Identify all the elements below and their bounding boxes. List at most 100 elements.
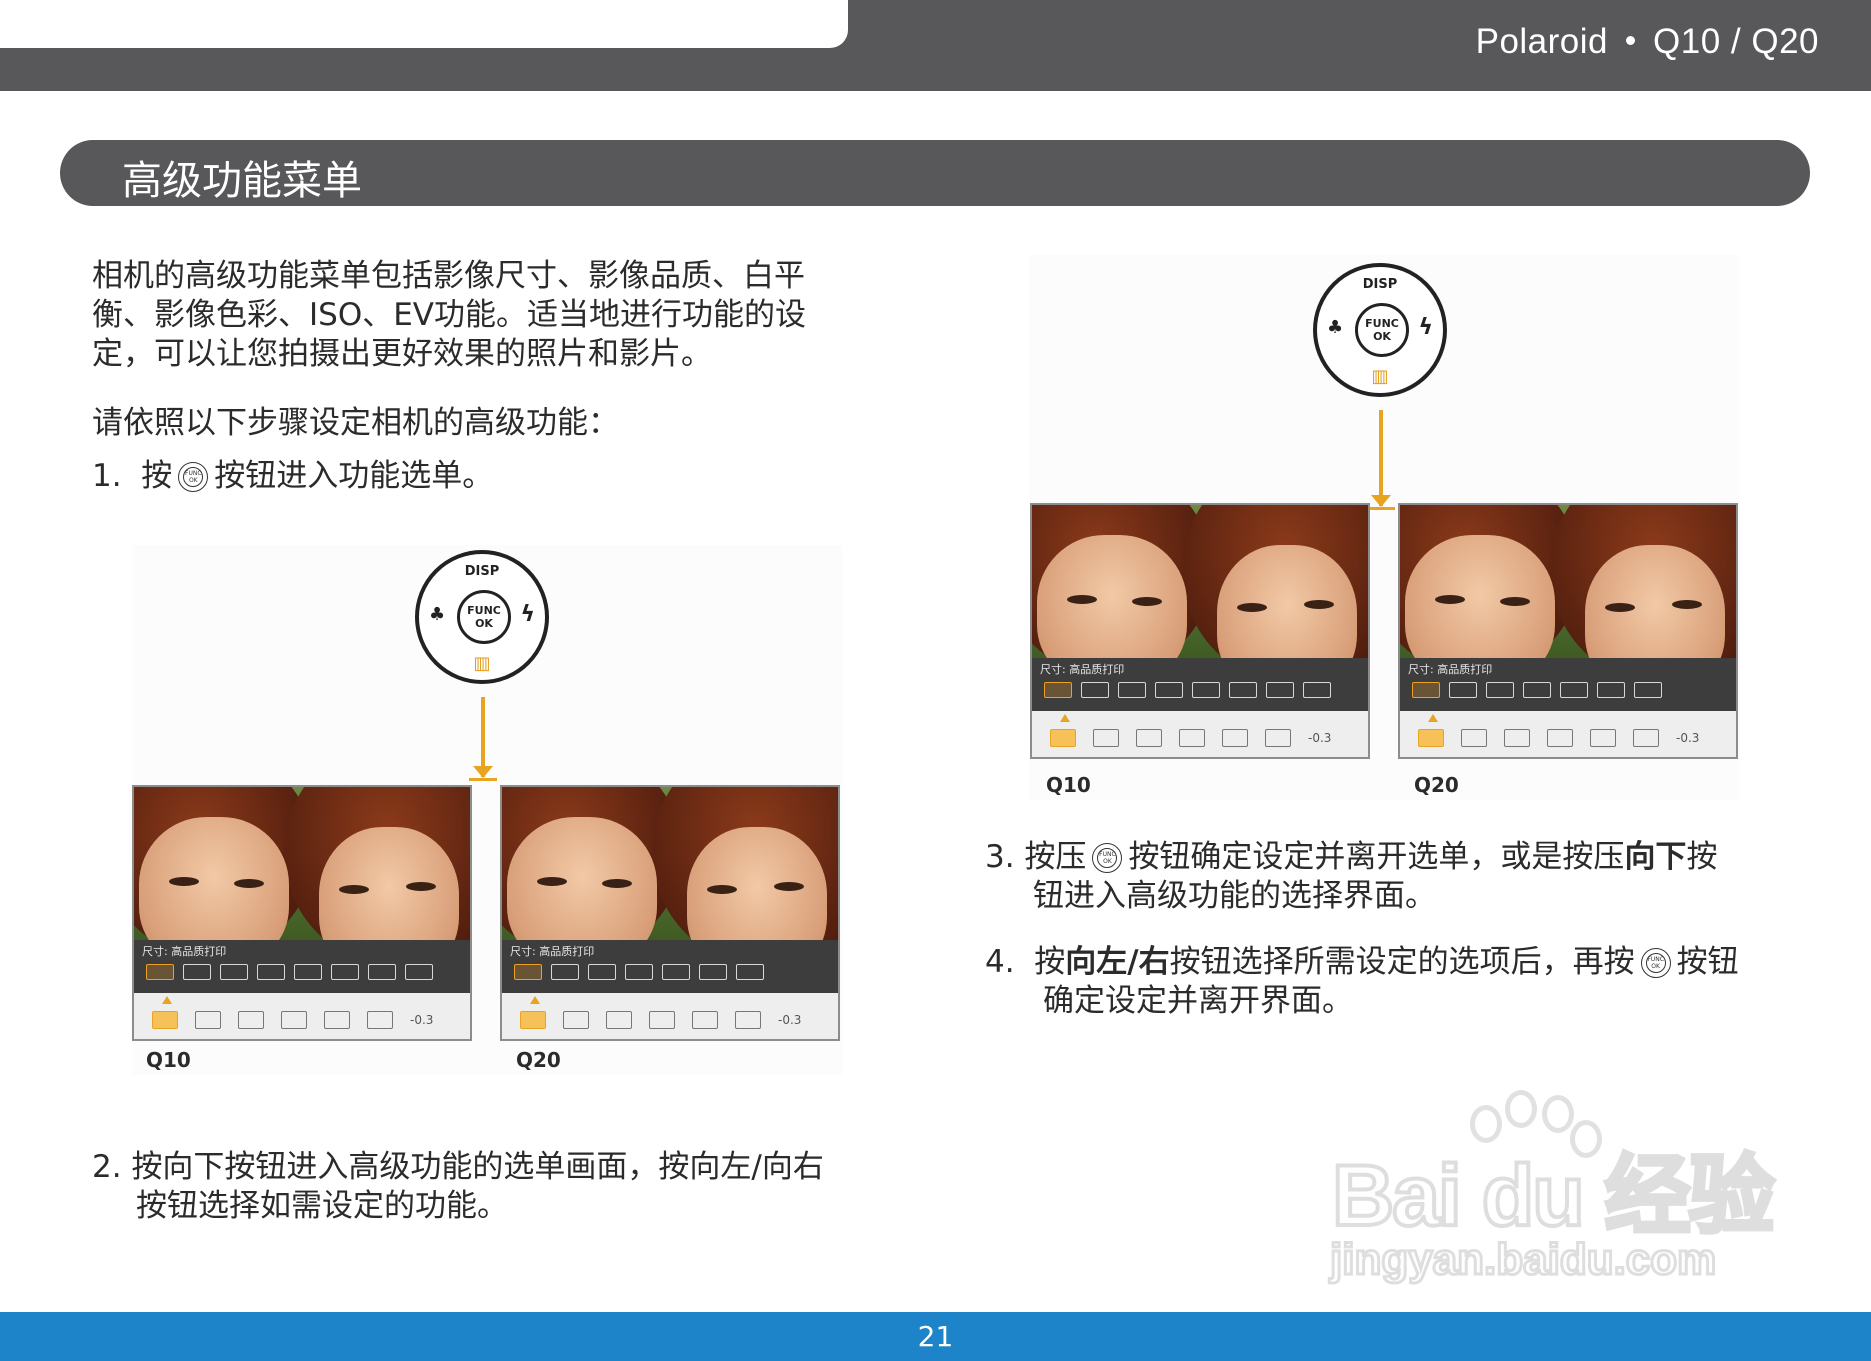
func-ok-button: FUNC OK [1355,303,1409,357]
ev-icon [1265,729,1291,747]
func-ok-button: FUNC OK [457,590,511,644]
footer-bar: 21 [0,1312,1871,1361]
size-option-icon [736,964,764,980]
selector-triangle-icon [162,996,172,1004]
camera-screen-q10: 尺寸: 高品质打印 -0.3 [1030,503,1370,759]
disp-label: DISP [464,564,500,579]
function-icons: -0.3 [520,1011,801,1029]
camera-screen-q20: 尺寸: 高品质打印 -0.3 [500,785,840,1041]
size-option-icon [699,964,727,980]
step-number: 3. [985,839,1015,875]
function-icons: -0.3 [1050,729,1331,747]
size-option-icon [551,964,579,980]
size-option-icon [1634,682,1662,698]
size-option-icon [146,964,174,980]
func-ok-button-icon [178,462,209,492]
size-icon [520,1011,546,1029]
section-title-bar: 高级功能菜单 [60,140,1810,206]
step-number: 2. [92,1149,122,1185]
brand-line: Polaroid Q10 / Q20 [1476,22,1819,62]
size-menu-bar: 尺寸: 高品质打印 [134,940,470,993]
iso-icon [324,1011,350,1029]
quality-icon [563,1011,589,1029]
model-name: Q10 / Q20 [1653,22,1819,61]
selector-triangle-icon [1060,714,1070,722]
macro-icon: ♣ [429,604,446,625]
page-number: 21 [917,1320,954,1353]
size-options [1044,682,1331,698]
iso-icon [1222,729,1248,747]
ev-value: -0.3 [410,1013,434,1027]
size-icon [1050,729,1076,747]
color-icon [281,1011,307,1029]
size-option-icon [1560,682,1588,698]
ev-icon [1633,729,1659,747]
bullet-icon [1626,36,1636,46]
size-options [514,964,764,980]
quality-icon [1461,729,1487,747]
control-dial: DISP ♣ ϟ FUNC OK ▥ [415,550,549,684]
macro-icon: ♣ [1327,317,1344,338]
function-menu-bar: -0.3 [1032,711,1368,757]
step-4: 4. 按向左/右按钮选择所需设定的选项后，再按 按钮 确定设定并离开界面。 [985,943,1805,1021]
size-menu-bar: 尺寸: 高品质打印 [502,940,838,993]
baidu-watermark: Bai du 经验 jingyan.baidu.com [1320,1085,1777,1295]
func-ok-button-icon [1092,843,1123,873]
menu-title: 尺寸: 高品质打印 [142,945,227,958]
ev-icon [735,1011,761,1029]
function-icons: -0.3 [1418,729,1699,747]
white-balance-icon [606,1011,632,1029]
figure-step1: DISP ♣ ϟ FUNC OK ▥ 尺寸: 高品质打印 -0.3 Q10 尺寸… [132,545,842,1075]
step-text: 按钮进入功能选单。 [214,458,494,494]
step-text: 按向下按钮进入高级功能的选单画面，按向左/向右 [131,1149,824,1185]
step-text: 按钮选择所需设定的选项后，再按 [1169,944,1635,980]
figure-step3: DISP ♣ ϟ FUNC OK ▥ 尺寸: 高品质打印 -0.3 Q10 尺寸… [1030,255,1740,800]
watermark-url: jingyan.baidu.com [1328,1234,1717,1286]
down-arrow-icon [469,697,497,781]
size-option-icon [662,964,690,980]
ev-value: -0.3 [778,1013,802,1027]
ev-icon [367,1011,393,1029]
step-text: 按钮 [1676,944,1739,980]
disp-label: DISP [1362,277,1398,292]
caption-q10: Q10 [146,1048,191,1072]
size-option-icon [1449,682,1477,698]
step-text: 按 [1686,839,1718,875]
step-bold-text: 向下 [1624,839,1687,875]
iso-icon [1590,729,1616,747]
size-option-icon [331,964,359,980]
step-text: 按钮选择如需设定的功能。 [136,1188,508,1224]
size-option-icon [1229,682,1257,698]
selector-triangle-icon [530,996,540,1004]
camera-screen-q20: 尺寸: 高品质打印 -0.3 [1398,503,1738,759]
color-icon [649,1011,675,1029]
size-option-icon [294,964,322,980]
selector-triangle-icon [1428,714,1438,722]
brand-name: Polaroid [1475,22,1609,61]
size-option-icon [257,964,285,980]
portrait-photo [1400,505,1736,658]
white-balance-icon [238,1011,264,1029]
menu-title: 尺寸: 高品质打印 [1408,663,1493,676]
size-icon [152,1011,178,1029]
watermark-logo-text: Bai du 经验 [1330,1146,1777,1246]
size-option-icon [1486,682,1514,698]
intro-line: 衡、影像色彩、ISO、EV功能。适当地进行功能的设 [92,297,807,333]
iso-icon [692,1011,718,1029]
intro-line: 定，可以让您拍摄出更好效果的照片和影片。 [92,336,712,372]
size-option-icon [405,964,433,980]
intro-line: 相机的高级功能菜单包括影像尺寸、影像品质、白平 [92,258,805,294]
caption-q20: Q20 [1414,773,1459,797]
caption-q20: Q20 [516,1048,561,1072]
size-options [146,964,433,980]
size-options [1412,682,1662,698]
paw-icon [1505,1090,1537,1128]
size-option-icon [514,964,542,980]
step-bold-text: 向左/右 [1065,944,1170,980]
flash-icon: ϟ [1418,315,1433,340]
size-option-icon [588,964,616,980]
function-icons: -0.3 [152,1011,433,1029]
size-option-icon [1118,682,1146,698]
ok-label: OK [1373,330,1391,343]
func-label: FUNC [467,604,501,617]
